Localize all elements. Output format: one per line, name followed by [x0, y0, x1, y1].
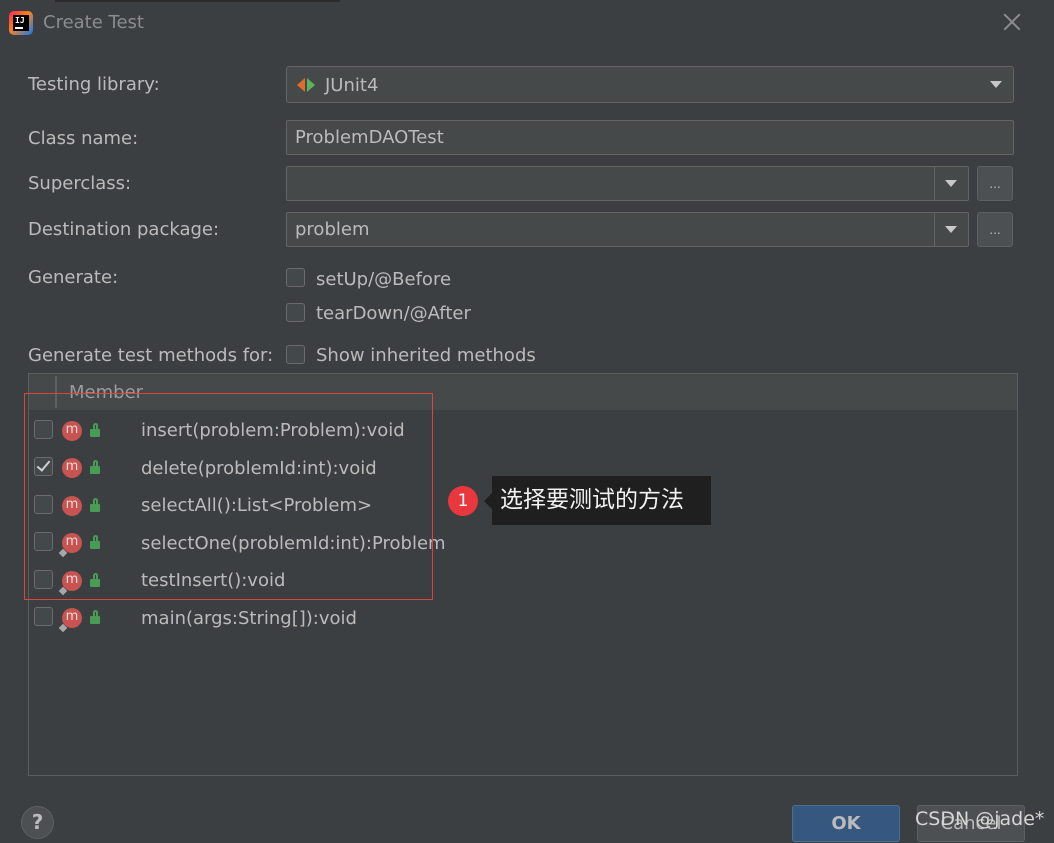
- ok-button[interactable]: OK: [792, 805, 900, 842]
- package-browse-button[interactable]: ...: [977, 212, 1013, 247]
- dialog-title: Create Test: [43, 12, 144, 33]
- superclass-field[interactable]: [286, 166, 969, 201]
- chevron-down-icon[interactable]: [990, 81, 1002, 88]
- destination-package-field[interactable]: problem: [286, 212, 969, 247]
- setup-checkbox[interactable]: [286, 268, 305, 287]
- divider: [934, 213, 935, 246]
- member-name: main(args:String[]):void: [141, 608, 357, 629]
- step-badge: 1: [448, 486, 478, 516]
- class-name-field[interactable]: ProblemDAOTest: [286, 120, 1014, 155]
- class-name-label: Class name:: [28, 128, 139, 149]
- generate-label: Generate:: [28, 267, 119, 288]
- destination-package-label: Destination package:: [28, 219, 220, 240]
- superclass-browse-button[interactable]: ...: [977, 166, 1013, 201]
- testing-library-label: Testing library:: [28, 74, 160, 95]
- testing-library-select[interactable]: [286, 66, 1014, 103]
- superclass-dropdown-icon[interactable]: [945, 180, 957, 187]
- junit-icon: [297, 77, 317, 93]
- teardown-label: tearDown/@After: [316, 303, 471, 324]
- setup-label: setUp/@Before: [316, 269, 452, 290]
- highlight-box: [24, 393, 433, 600]
- intellij-logo-icon: IJ: [9, 11, 33, 35]
- teardown-checkbox[interactable]: [286, 303, 305, 322]
- member-checkbox[interactable]: [34, 607, 53, 626]
- watermark: CSDN @jade*: [915, 808, 1045, 830]
- divider: [934, 167, 935, 200]
- annotation-callout: 选择要测试的方法: [484, 476, 711, 525]
- generate-for-label: Generate test methods for:: [28, 345, 274, 366]
- show-inherited-checkbox[interactable]: [286, 345, 305, 364]
- static-method-icon: m: [58, 608, 82, 633]
- superclass-label: Superclass:: [28, 173, 132, 194]
- package-dropdown-icon[interactable]: [945, 226, 957, 233]
- show-inherited-label: Show inherited methods: [316, 345, 536, 366]
- testing-library-value: JUnit4: [325, 75, 379, 96]
- close-icon[interactable]: [1000, 10, 1024, 34]
- public-lock-icon: [90, 610, 100, 624]
- title-bar: IJ Create Test: [0, 0, 1054, 48]
- background-strip: [55, 0, 340, 2]
- help-button[interactable]: ?: [21, 806, 54, 839]
